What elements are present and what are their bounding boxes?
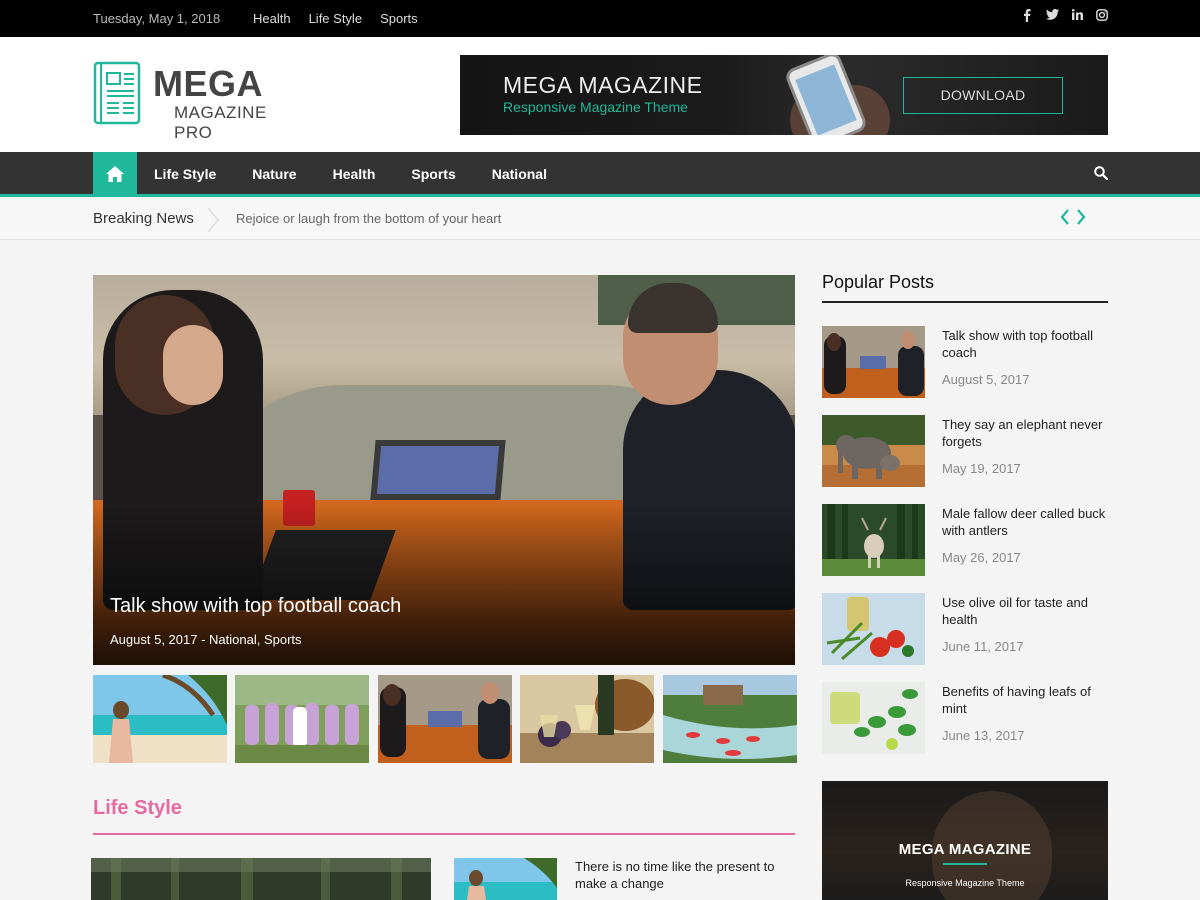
lifestyle-section: Life Style <box>93 797 795 835</box>
top-link-sports[interactable]: Sports <box>380 11 418 26</box>
popular-post-title[interactable]: Use olive oil for taste and health <box>942 594 1107 628</box>
instagram-icon[interactable] <box>1096 9 1108 23</box>
featured-thumbnails <box>93 675 797 763</box>
logo-subtitle: MAGAZINE PRO <box>174 103 267 142</box>
breaking-news-label: Breaking News <box>93 210 194 227</box>
popular-post-item[interactable]: Talk show with top football coach August… <box>822 326 1108 398</box>
popular-post-thumbnail[interactable] <box>822 504 925 576</box>
linkedin-icon[interactable] <box>1071 9 1083 23</box>
breaking-news-text[interactable]: Rejoice or laugh from the bottom of your… <box>236 211 501 226</box>
top-links: Health Life Style Sports <box>253 11 418 26</box>
nav-item-health[interactable]: Health <box>333 166 376 182</box>
popular-post-item[interactable]: They say an elephant never forgets May 1… <box>822 415 1108 487</box>
site-header: MEGA MAGAZINE PRO MEGA MAGAZINE Responsi… <box>0 37 1200 152</box>
chevron-right-icon[interactable] <box>1076 208 1086 226</box>
popular-post-title[interactable]: They say an elephant never forgets <box>942 416 1107 450</box>
home-button[interactable] <box>93 152 137 197</box>
popular-posts-heading: Popular Posts <box>822 272 935 292</box>
current-date: Tuesday, May 1, 2018 <box>93 11 221 26</box>
chevron-left-icon[interactable] <box>1060 208 1070 226</box>
featured-post-title[interactable]: Talk show with top football coach <box>110 595 401 618</box>
breaking-news-bar: Breaking News Rejoice or laugh from the … <box>0 200 1200 240</box>
chevron-right-separator-icon <box>207 208 219 232</box>
social-links <box>1021 9 1108 23</box>
meta-separator: - <box>197 632 210 647</box>
popular-post-date: August 5, 2017 <box>942 372 1030 387</box>
lifestyle-divider <box>93 833 795 835</box>
popular-post-title[interactable]: Benefits of having leafs of mint <box>942 683 1107 717</box>
site-logo[interactable]: MEGA MAGAZINE PRO <box>93 61 303 142</box>
banner-subtitle: Responsive Magazine Theme <box>503 99 688 115</box>
header-ad-banner[interactable]: MEGA MAGAZINE Responsive Magazine Theme … <box>460 55 1108 135</box>
featured-post-meta: August 5, 2017 - National, Sports <box>110 632 302 647</box>
breaking-news-arrows <box>1060 208 1086 226</box>
popular-post-date: May 26, 2017 <box>942 550 1021 565</box>
sidebar-banner-title: MEGA MAGAZINE <box>898 841 1032 858</box>
main-nav: Life Style Nature Health Sports National <box>0 152 1200 197</box>
popular-post-thumbnail[interactable] <box>822 326 925 398</box>
thumbnail-beach[interactable] <box>93 675 227 763</box>
popular-posts-divider <box>822 301 1108 303</box>
popular-post-item[interactable]: Use olive oil for taste and health June … <box>822 593 1108 665</box>
nav-item-life-style[interactable]: Life Style <box>154 166 216 182</box>
popular-post-date: June 13, 2017 <box>942 728 1025 743</box>
home-icon <box>106 166 124 182</box>
search-icon <box>1094 166 1109 181</box>
meta-comma: , <box>256 632 264 647</box>
popular-post-thumbnail[interactable] <box>822 682 925 754</box>
popular-post-item[interactable]: Male fallow deer called buck with antler… <box>822 504 1108 576</box>
sidebar-banner-divider <box>943 863 987 865</box>
popular-post-date: May 19, 2017 <box>942 461 1021 476</box>
thumbnail-bridesmaids[interactable] <box>235 675 369 763</box>
popular-post-thumbnail[interactable] <box>822 415 925 487</box>
popular-post-title[interactable]: Talk show with top football coach <box>942 327 1107 361</box>
top-link-health[interactable]: Health <box>253 11 291 26</box>
thumbnail-rafting[interactable] <box>663 675 797 763</box>
lifestyle-post-thumbnail[interactable] <box>454 858 557 900</box>
hero-image-screen <box>370 440 506 500</box>
popular-post-thumbnail[interactable] <box>822 593 925 665</box>
banner-title: MEGA MAGAZINE <box>503 72 703 98</box>
nav-items: Life Style Nature Health Sports National <box>154 166 583 182</box>
popular-post-title[interactable]: Male fallow deer called buck with antler… <box>942 505 1107 539</box>
category-sports[interactable]: Sports <box>264 632 302 647</box>
featured-post-date: August 5, 2017 <box>110 632 198 647</box>
featured-post[interactable]: Talk show with top football coach August… <box>93 275 795 665</box>
thumbnail-wine[interactable] <box>520 675 654 763</box>
popular-posts-widget: Popular Posts Talk show with top footbal… <box>822 272 1108 754</box>
thumbnail-talk-show[interactable] <box>378 675 512 763</box>
popular-post-date: June 11, 2017 <box>942 639 1024 654</box>
lifestyle-heading[interactable]: Life Style <box>93 797 795 820</box>
hero-image-woman-face <box>163 325 223 405</box>
lifestyle-post-title[interactable]: There is no time like the present to mak… <box>575 858 785 892</box>
top-link-life-style[interactable]: Life Style <box>309 11 362 26</box>
sidebar-banner-subtitle: Responsive Magazine Theme <box>905 878 1025 888</box>
search-button[interactable] <box>1094 166 1109 185</box>
newspaper-icon <box>93 61 141 125</box>
popular-post-item[interactable]: Benefits of having leafs of mint June 13… <box>822 682 1108 754</box>
twitter-icon[interactable] <box>1046 9 1059 23</box>
logo-title: MEGA <box>153 63 263 104</box>
top-bar: Tuesday, May 1, 2018 Health Life Style S… <box>0 0 1200 37</box>
sidebar-ad-banner[interactable]: MEGA MAGAZINE Responsive Magazine Theme <box>822 781 1108 900</box>
category-national[interactable]: National <box>209 632 257 647</box>
nav-item-sports[interactable]: Sports <box>411 166 455 182</box>
nav-item-nature[interactable]: Nature <box>252 166 296 182</box>
lifestyle-main-image[interactable] <box>91 858 431 900</box>
download-button[interactable]: DOWNLOAD <box>903 77 1063 114</box>
facebook-icon[interactable] <box>1021 9 1033 23</box>
nav-item-national[interactable]: National <box>492 166 547 182</box>
